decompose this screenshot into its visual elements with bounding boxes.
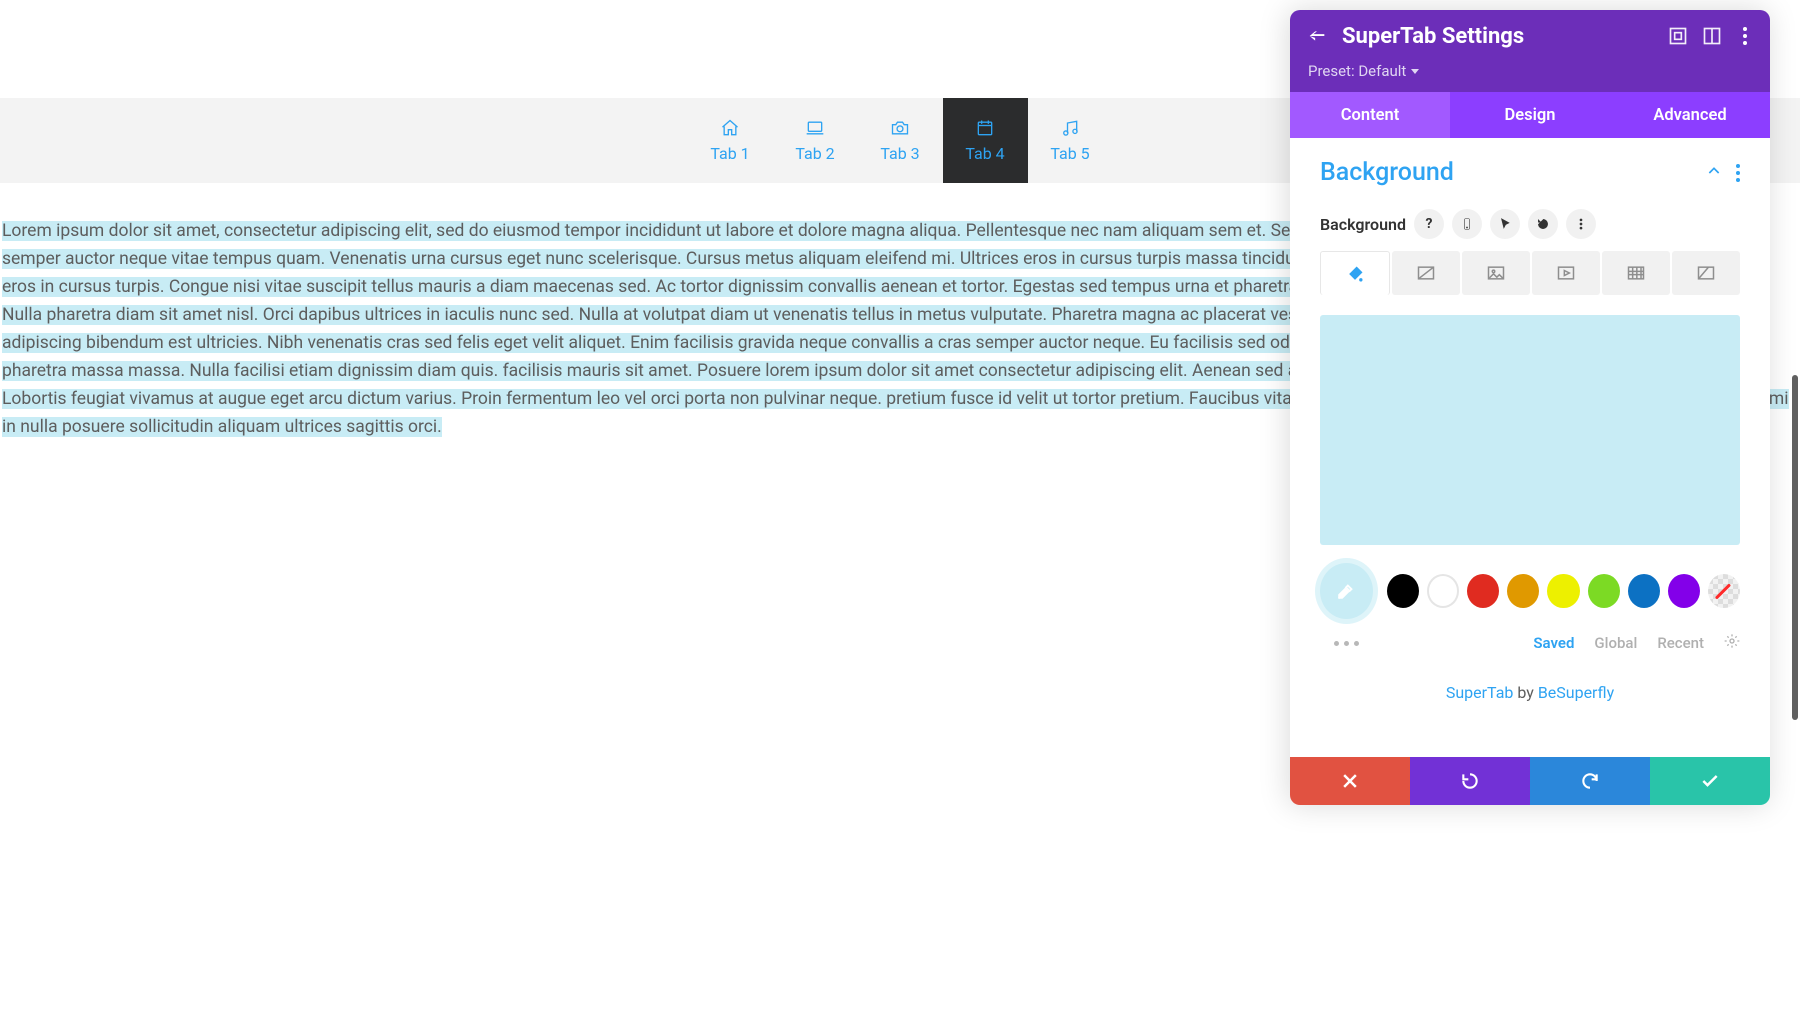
preview-tab-label: Tab 3: [880, 144, 919, 163]
hover-cursor-icon[interactable]: [1490, 209, 1520, 239]
swatch-green[interactable]: [1588, 574, 1620, 608]
preview-tab-label: Tab 2: [795, 144, 834, 163]
section-title[interactable]: Background: [1320, 158, 1706, 187]
redo-button[interactable]: [1530, 757, 1650, 805]
columns-icon[interactable]: [1702, 26, 1722, 46]
music-icon: [1060, 118, 1080, 138]
swatch-purple[interactable]: [1668, 574, 1700, 608]
swatch-tab-global[interactable]: Global: [1594, 634, 1637, 652]
color-swatches: [1320, 563, 1740, 619]
bg-tab-color[interactable]: [1320, 251, 1390, 295]
back-arrow-icon[interactable]: [1306, 25, 1328, 47]
preview-tab-label: Tab 5: [1050, 144, 1089, 163]
settings-panel: SuperTab Settings Preset: Default Conten…: [1290, 10, 1770, 805]
panel-tab-content[interactable]: Content: [1290, 92, 1450, 138]
preview-tab-label: Tab 4: [965, 144, 1004, 163]
credit-author-link[interactable]: BeSuperfly: [1538, 683, 1614, 702]
swatch-actions-row: Saved Global Recent: [1320, 633, 1740, 653]
bg-tab-gradient[interactable]: [1392, 251, 1460, 295]
preview-tab-4[interactable]: Tab 4: [943, 98, 1028, 183]
panel-title: SuperTab Settings: [1342, 24, 1654, 49]
eyedropper-tool[interactable]: [1320, 563, 1373, 619]
undo-button[interactable]: [1410, 757, 1530, 805]
swatch-red[interactable]: [1467, 574, 1499, 608]
panel-body: Background Background ?: [1290, 138, 1770, 757]
bg-tab-pattern[interactable]: [1602, 251, 1670, 295]
kebab-menu-icon[interactable]: [1736, 27, 1754, 45]
preset-selector[interactable]: Preset: Default: [1290, 62, 1770, 92]
swatch-black[interactable]: [1387, 574, 1419, 608]
caret-down-icon: [1411, 69, 1419, 74]
bg-tab-video[interactable]: [1532, 251, 1600, 295]
section-kebab-icon[interactable]: [1736, 164, 1740, 182]
swatch-orange[interactable]: [1507, 574, 1539, 608]
preview-tab-3[interactable]: Tab 3: [858, 98, 943, 183]
swatch-yellow[interactable]: [1547, 574, 1579, 608]
bg-tab-mask[interactable]: [1672, 251, 1740, 295]
collapse-section-icon[interactable]: [1706, 163, 1722, 183]
credit-product-link[interactable]: SuperTab: [1446, 683, 1514, 702]
preview-tab-label: Tab 1: [710, 144, 749, 163]
home-icon: [720, 118, 740, 138]
panel-tab-advanced[interactable]: Advanced: [1610, 92, 1770, 138]
panel-tab-design[interactable]: Design: [1450, 92, 1610, 138]
field-kebab-icon[interactable]: [1566, 209, 1596, 239]
panel-footer: [1290, 757, 1770, 805]
panel-tabs: Content Design Advanced: [1290, 92, 1770, 138]
field-label-background: Background: [1320, 215, 1406, 234]
swatch-settings-icon[interactable]: [1724, 633, 1740, 653]
preview-tab-2[interactable]: Tab 2: [773, 98, 858, 183]
background-type-tabs: [1320, 251, 1740, 295]
preview-tab-1[interactable]: Tab 1: [688, 98, 773, 183]
calendar-icon: [975, 118, 995, 138]
panel-header: SuperTab Settings Preset: Default: [1290, 10, 1770, 92]
laptop-icon: [805, 118, 825, 138]
camera-icon: [890, 118, 910, 138]
expand-icon[interactable]: [1668, 26, 1688, 46]
panel-credit: SuperTab by BeSuperfly: [1320, 653, 1740, 714]
swatch-transparent[interactable]: [1708, 574, 1740, 608]
swatch-tab-recent[interactable]: Recent: [1657, 634, 1704, 652]
save-button[interactable]: [1650, 757, 1770, 805]
color-preview[interactable]: [1320, 315, 1740, 545]
reset-icon[interactable]: [1528, 209, 1558, 239]
responsive-phone-icon[interactable]: [1452, 209, 1482, 239]
swatch-blue[interactable]: [1628, 574, 1660, 608]
swatch-white[interactable]: [1427, 574, 1459, 608]
help-icon[interactable]: ?: [1414, 209, 1444, 239]
preview-tab-5[interactable]: Tab 5: [1028, 98, 1113, 183]
panel-scrollbar[interactable]: [1792, 375, 1798, 720]
more-swatches-icon[interactable]: [1334, 641, 1359, 646]
bg-tab-image[interactable]: [1462, 251, 1530, 295]
cancel-button[interactable]: [1290, 757, 1410, 805]
swatch-tab-saved[interactable]: Saved: [1533, 634, 1574, 652]
